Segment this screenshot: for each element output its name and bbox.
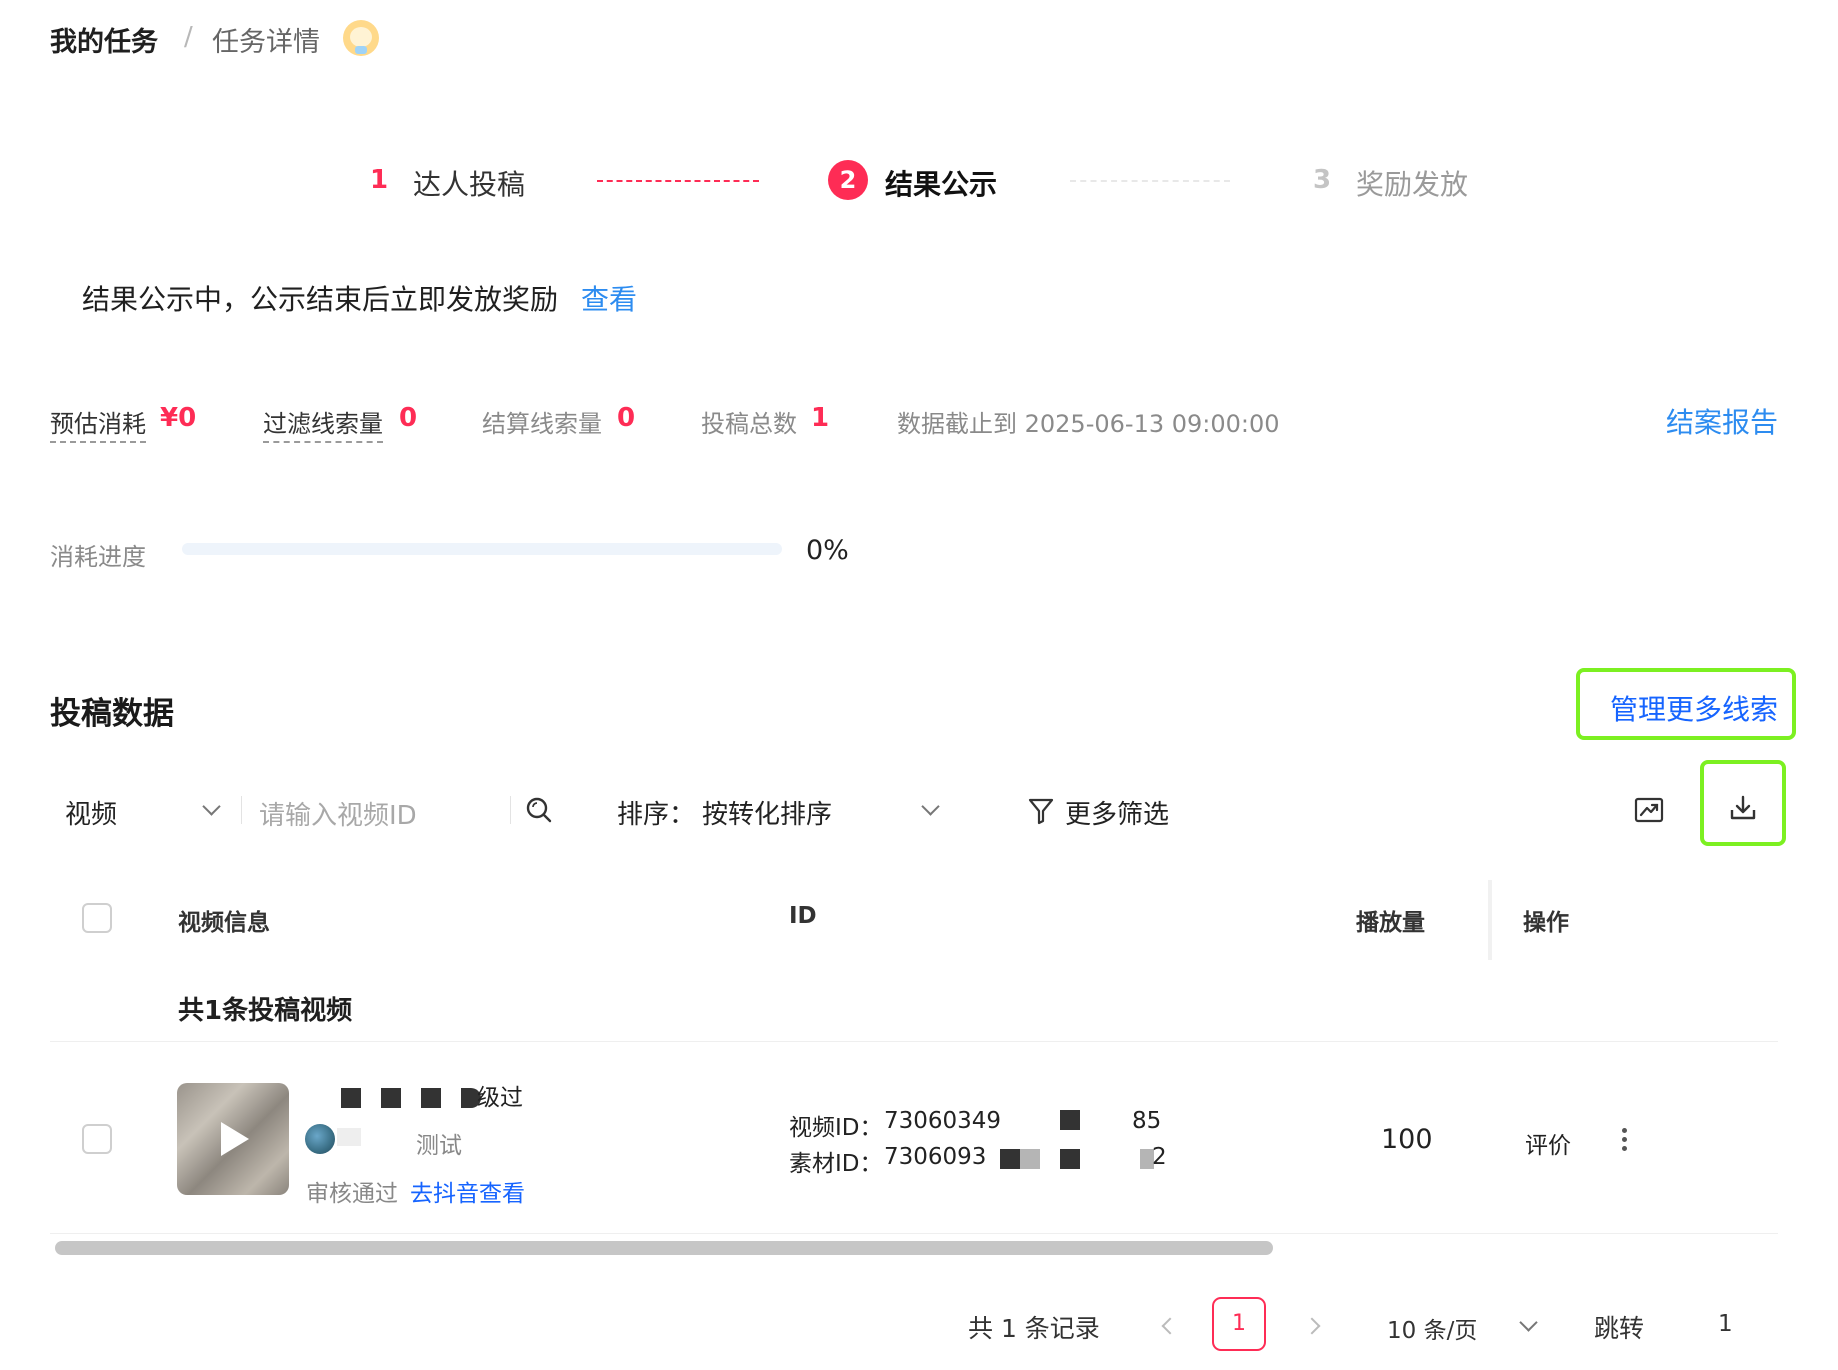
video-id-suffix: 85 <box>1132 1108 1162 1134</box>
redacted-block <box>337 1128 361 1146</box>
material-id-label: 素材ID： <box>789 1151 883 1177</box>
evaluate-button[interactable]: 评价 <box>1525 1126 1571 1160</box>
trend-chart-icon[interactable] <box>1633 795 1665 825</box>
author-avatar <box>305 1124 335 1154</box>
step-2-number: 2 <box>828 160 868 200</box>
search-icon[interactable] <box>524 795 554 825</box>
jump-input[interactable]: 1 <box>1718 1311 1733 1337</box>
toolbar-divider <box>241 796 242 824</box>
notice-view-link[interactable]: 查看 <box>581 278 637 318</box>
filter-icon[interactable] <box>1028 797 1054 825</box>
view-on-douyin-link[interactable]: 去抖音查看 <box>410 1174 525 1208</box>
column-header-plays: 播放量 <box>1356 910 1425 936</box>
breadcrumb-separator: / <box>184 22 193 52</box>
video-type-select[interactable]: 视频 <box>65 794 117 831</box>
chevron-down-icon[interactable] <box>1519 1313 1538 1332</box>
group-label: 共1条投稿视频 <box>178 996 353 1026</box>
step-3-number: 3 <box>1313 165 1332 195</box>
next-page-icon[interactable] <box>1303 1317 1321 1335</box>
step-3-label: 奖励发放 <box>1356 168 1469 201</box>
horizontal-scrollbar[interactable] <box>55 1241 1773 1255</box>
step-connector-1 <box>597 180 759 182</box>
progress-label: 消耗进度 <box>50 543 146 571</box>
sticky-column-shadow <box>1488 880 1492 960</box>
budget-label[interactable]: 预估消耗 <box>50 404 146 443</box>
pagination-total: 共 1 条记录 <box>968 1314 1100 1343</box>
redacted-block <box>341 1088 361 1108</box>
budget-value: ¥0 <box>160 403 197 433</box>
more-filters-button[interactable]: 更多筛选 <box>1065 794 1169 831</box>
column-header-video-info: 视频信息 <box>178 910 270 936</box>
video-thumbnail[interactable] <box>177 1083 289 1195</box>
review-status: 审核通过 <box>306 1181 398 1207</box>
download-icon[interactable] <box>1728 793 1758 823</box>
jump-label: 跳转 <box>1594 1314 1645 1343</box>
step-1-number: 1 <box>370 165 389 195</box>
redacted-block <box>1000 1149 1020 1169</box>
row-checkbox[interactable] <box>82 1124 112 1154</box>
video-id-label: 视频ID： <box>789 1115 883 1141</box>
breadcrumb-root[interactable]: 我的任务 <box>50 20 158 59</box>
chevron-down-icon[interactable] <box>202 797 221 816</box>
row-divider <box>50 1041 1778 1042</box>
redacted-block <box>421 1088 441 1108</box>
settled-leads-value: 0 <box>617 403 636 433</box>
redacted-block <box>1060 1149 1080 1169</box>
filtered-leads-label[interactable]: 过滤线索量 <box>263 404 383 443</box>
play-icon[interactable] <box>221 1122 249 1156</box>
chevron-down-icon[interactable] <box>921 797 940 816</box>
prev-page-icon[interactable] <box>1161 1317 1179 1335</box>
material-id-suffix: 2 <box>1152 1144 1167 1170</box>
progress-percent: 0% <box>806 535 849 566</box>
step-2-label: 结果公示 <box>885 168 998 201</box>
breadcrumb-current: 任务详情 <box>212 27 320 58</box>
filtered-leads-value: 0 <box>399 403 418 433</box>
progress-bar <box>182 543 782 555</box>
manage-more-leads-link[interactable]: 管理更多线索 <box>1610 688 1778 728</box>
case-report-link[interactable]: 结案报告 <box>1666 401 1778 441</box>
data-cutoff-time: 数据截止到 2025-06-13 09:00:00 <box>897 410 1280 438</box>
toolbar-divider <box>510 796 511 824</box>
video-id-value: 73060349 <box>884 1108 1000 1134</box>
page-1-button[interactable]: 1 <box>1212 1297 1266 1351</box>
select-all-checkbox[interactable] <box>82 903 112 933</box>
sort-label: 排序： <box>617 800 696 830</box>
redacted-block <box>1060 1110 1080 1130</box>
mascot-icon <box>343 20 379 56</box>
play-count: 100 <box>1381 1124 1433 1155</box>
video-title: 级过 <box>477 1085 523 1111</box>
row-divider <box>50 1233 1778 1234</box>
submissions-value: 1 <box>811 403 830 433</box>
author-name: 测试 <box>416 1133 462 1159</box>
more-actions-icon[interactable] <box>1620 1128 1630 1152</box>
video-id-search-input[interactable]: 请输入视频ID <box>259 795 417 832</box>
redacted-block <box>1020 1149 1040 1169</box>
material-id-value: 7306093 <box>884 1144 986 1170</box>
page-size-select[interactable]: 10 条/页 <box>1387 1311 1477 1345</box>
submissions-label: 投稿总数 <box>701 410 797 438</box>
step-1-label: 达人投稿 <box>413 168 526 201</box>
sort-select[interactable]: 按转化排序 <box>702 794 832 831</box>
step-connector-2 <box>1070 180 1230 182</box>
column-header-id: ID <box>789 903 817 929</box>
result-notice: 结果公示中，公示结束后立即发放奖励 <box>82 283 559 316</box>
settled-leads-label: 结算线索量 <box>482 410 602 438</box>
section-title: 投稿数据 <box>50 696 174 732</box>
scrollbar-thumb[interactable] <box>55 1241 1273 1255</box>
redacted-block <box>381 1088 401 1108</box>
column-header-actions: 操作 <box>1523 910 1569 936</box>
